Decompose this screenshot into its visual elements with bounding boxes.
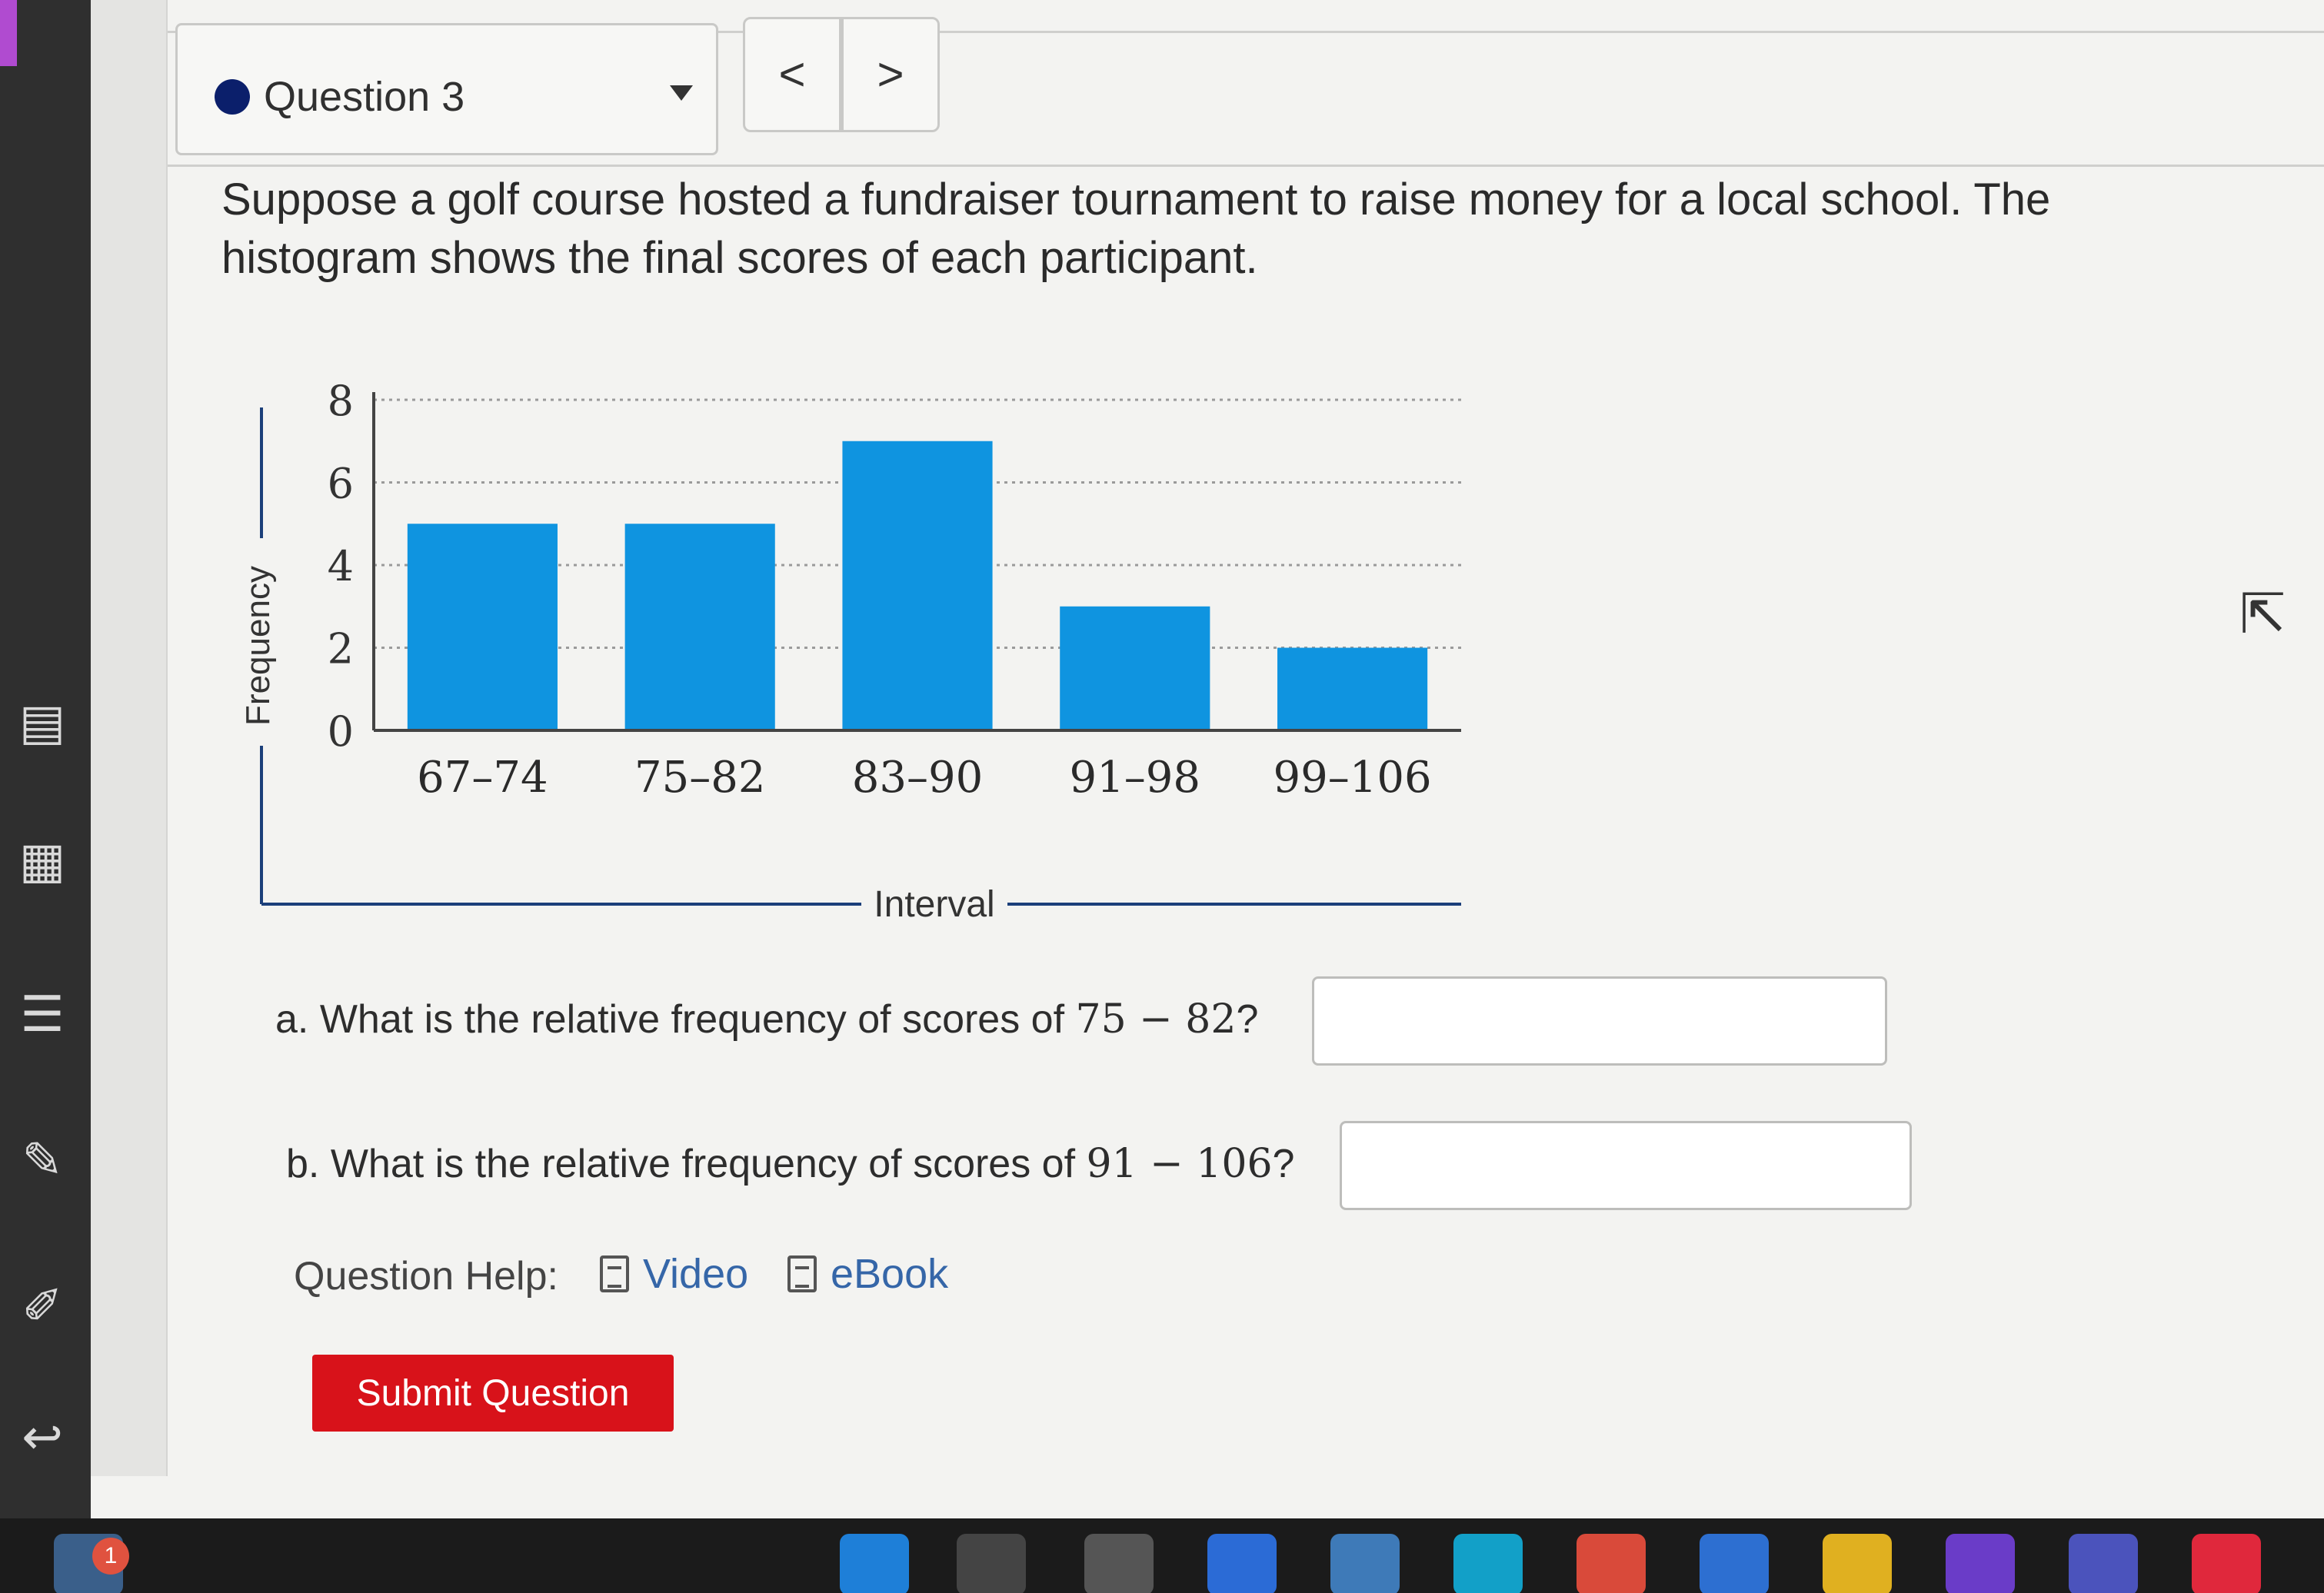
question-prompt: Suppose a golf course hosted a fundraise… bbox=[221, 175, 2051, 283]
start-menu-icon[interactable] bbox=[840, 1534, 909, 1593]
question-b: b. What is the relative frequency of sco… bbox=[286, 1141, 1294, 1187]
x-tick-label: 75–82 bbox=[634, 753, 766, 803]
mouse-cursor-icon: ⇱ bbox=[2239, 581, 2286, 646]
calculator-icon[interactable]: ▦ bbox=[8, 830, 77, 892]
question-selector-label: Question 3 bbox=[264, 74, 465, 120]
edit-icon[interactable]: ✐ bbox=[8, 1276, 77, 1338]
document-icon bbox=[787, 1255, 817, 1292]
histogram-chart: 0 2 4 6 8 67–74 75–82 83–90 91–98 99–106 Frequen… bbox=[239, 377, 1461, 925]
next-question-button[interactable]: > bbox=[841, 17, 940, 132]
question-b-text: b. What is the relative frequency of sco… bbox=[286, 1142, 1087, 1186]
x-axis-label: Interval bbox=[874, 884, 994, 925]
histogram-bar bbox=[1060, 606, 1210, 730]
notification-badge: 1 bbox=[92, 1538, 129, 1575]
chrome-browser-icon[interactable] bbox=[1577, 1534, 1646, 1593]
answer-a-input[interactable] bbox=[1312, 976, 1887, 1066]
os-taskbar bbox=[0, 1518, 2324, 1593]
status-dot-icon bbox=[215, 79, 250, 115]
pencil-icon[interactable]: ✎ bbox=[8, 1130, 77, 1192]
music-icon[interactable] bbox=[2192, 1534, 2261, 1593]
video-help-link[interactable]: Video bbox=[600, 1250, 748, 1298]
zoom-icon[interactable] bbox=[1700, 1534, 1769, 1593]
question-a-suffix: ? bbox=[1236, 997, 1259, 1042]
histogram-bar bbox=[624, 524, 775, 730]
copilot-icon[interactable] bbox=[1207, 1534, 1277, 1593]
page-gutter bbox=[91, 0, 168, 1476]
histogram-bar bbox=[407, 524, 558, 730]
question-b-range: 91 − 106 bbox=[1086, 1141, 1273, 1187]
x-tick-label: 91–98 bbox=[1070, 753, 1201, 803]
x-tick-label: 83–90 bbox=[852, 753, 984, 803]
edge-browser-icon[interactable] bbox=[1453, 1534, 1523, 1593]
task-view-icon[interactable] bbox=[1084, 1534, 1154, 1593]
x-tick-label: 67–74 bbox=[417, 753, 548, 803]
left-app-rail: ▤ ▦ ☰ ✎ ✐ ↩ bbox=[0, 0, 91, 1518]
store-icon[interactable] bbox=[1330, 1534, 1400, 1593]
y-tick-label: 8 bbox=[328, 377, 354, 425]
question-help-label: Question Help: bbox=[294, 1254, 558, 1299]
x-tick-label: 99–106 bbox=[1274, 753, 1432, 803]
ebook-help-link[interactable]: eBook bbox=[787, 1250, 948, 1298]
question-a-text: a. What is the relative frequency of sco… bbox=[275, 997, 1076, 1042]
question-selector[interactable]: Question 3 bbox=[175, 23, 718, 155]
document-icon[interactable]: ▤ bbox=[8, 692, 77, 753]
mail-icon[interactable] bbox=[1946, 1534, 2015, 1593]
rail-accent bbox=[0, 0, 17, 66]
y-axis-label: Frequency bbox=[239, 566, 277, 726]
histogram-bar bbox=[842, 441, 993, 730]
y-tick-label: 0 bbox=[328, 707, 354, 756]
header-divider bbox=[168, 165, 2324, 167]
y-tick-label: 6 bbox=[328, 460, 354, 508]
answer-b-input[interactable] bbox=[1340, 1121, 1912, 1210]
ebook-link-label: eBook bbox=[831, 1251, 949, 1297]
question-a: a. What is the relative frequency of sco… bbox=[275, 996, 1258, 1043]
question-a-range: 75 − 82 bbox=[1075, 996, 1237, 1043]
notes-icon[interactable]: ☰ bbox=[8, 984, 77, 1046]
teams-icon[interactable] bbox=[2069, 1534, 2138, 1593]
chevron-down-icon bbox=[670, 85, 693, 101]
chart-bars bbox=[407, 441, 1428, 730]
histogram-bar bbox=[1277, 647, 1428, 730]
question-b-suffix: ? bbox=[1272, 1142, 1295, 1186]
video-link-label: Video bbox=[643, 1251, 749, 1297]
chart-y-ticks: 0 2 4 6 8 bbox=[328, 377, 354, 756]
previous-question-button[interactable]: < bbox=[743, 17, 841, 132]
y-tick-label: 2 bbox=[328, 625, 354, 673]
chart-x-ticks: 67–74 75–82 83–90 91–98 99–106 bbox=[417, 753, 1432, 803]
photos-icon[interactable] bbox=[1823, 1534, 1892, 1593]
exit-icon[interactable]: ↩ bbox=[8, 1407, 77, 1468]
search-icon[interactable] bbox=[957, 1534, 1026, 1593]
document-icon bbox=[600, 1255, 629, 1292]
submit-question-button[interactable]: Submit Question bbox=[312, 1355, 674, 1432]
y-tick-label: 4 bbox=[328, 542, 354, 590]
